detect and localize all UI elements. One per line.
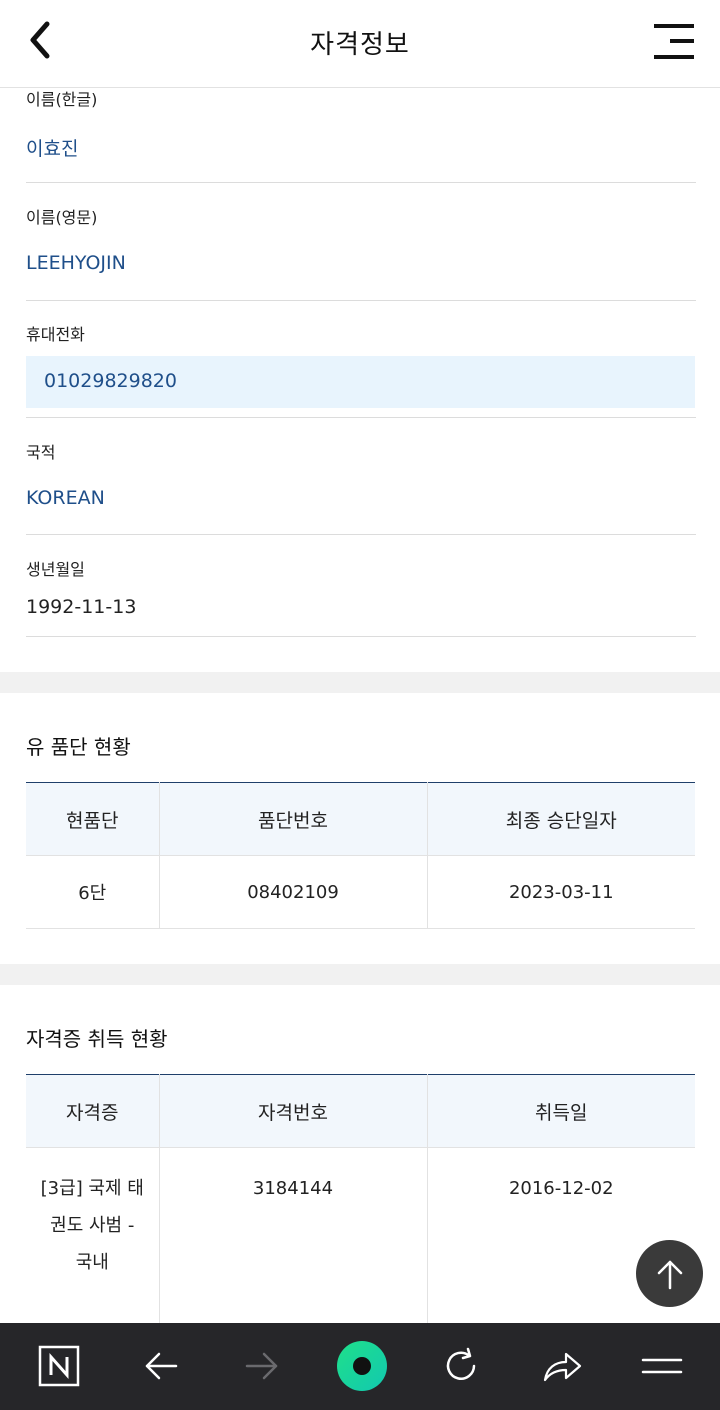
hamburger-icon-mid	[670, 39, 694, 43]
green-dot-button[interactable]	[336, 1340, 388, 1392]
name-kr-field: 이름(한글)	[26, 86, 696, 110]
nationality-value: KOREAN	[26, 487, 105, 509]
name-en-field: 이름(영문)	[26, 204, 696, 228]
divider	[26, 300, 696, 301]
name-en-value-wrap: LEEHYOJIN	[26, 252, 696, 274]
table-row: 6단 08402109 2023-03-11	[26, 855, 695, 929]
table-header-row: 자격증 자격번호 취득일	[26, 1074, 695, 1148]
table-header-cell: 자격번호	[159, 1074, 428, 1148]
table-header-row: 현품단 품단번호 최종 승단일자	[26, 782, 695, 856]
section-gap	[0, 672, 720, 693]
birth-value: 1992-11-13	[26, 596, 137, 618]
nationality-label: 국적	[26, 443, 56, 462]
share-icon	[543, 1352, 582, 1382]
phone-label: 휴대전화	[26, 325, 85, 344]
name-en-value: LEEHYOJIN	[26, 252, 126, 274]
poom-section-title: 유 품단 현황	[26, 735, 131, 759]
refresh-button[interactable]	[435, 1340, 487, 1392]
hamburger-icon	[654, 24, 694, 28]
forward-nav-button[interactable]	[236, 1340, 288, 1392]
section-gap	[0, 964, 720, 985]
browser-bottom-bar	[0, 1323, 720, 1410]
back-nav-button[interactable]	[135, 1340, 187, 1392]
refresh-icon	[446, 1347, 476, 1380]
name-kr-value: 이효진	[26, 138, 79, 160]
divider	[26, 636, 696, 637]
app-header: 자격정보	[0, 0, 720, 88]
nationality-value-wrap: KOREAN	[26, 487, 696, 509]
phone-field: 휴대전화	[26, 321, 696, 345]
table-header-cell: 품단번호	[159, 782, 428, 856]
arrow-right-icon	[245, 1352, 278, 1380]
license-table: 자격증 자격번호 취득일 [3급] 국제 태권도 사범 - 국내 3184144…	[26, 1074, 695, 1328]
phone-value: 01029829820	[44, 370, 177, 392]
arrow-up-icon	[657, 1260, 682, 1289]
name-en-label: 이름(영문)	[26, 208, 98, 227]
divider	[26, 534, 696, 535]
hamburger-icon-bottom	[654, 55, 694, 59]
nationality-field: 국적	[26, 439, 696, 463]
table-cell: 08402109	[159, 855, 428, 929]
arrow-left-icon	[145, 1352, 178, 1380]
birth-label: 생년월일	[26, 560, 85, 579]
browser-menu-button[interactable]	[636, 1340, 688, 1392]
table-header-cell: 자격증	[26, 1074, 160, 1148]
table-cell: [3급] 국제 태권도 사범 - 국내	[26, 1147, 160, 1328]
table-cell: 3184144	[159, 1147, 428, 1328]
menu-lines-icon	[641, 1358, 683, 1374]
page-title: 자격정보	[310, 30, 410, 60]
green-dot-icon	[337, 1341, 387, 1391]
naver-home-button[interactable]	[33, 1340, 85, 1392]
poom-table: 현품단 품단번호 최종 승단일자 6단 08402109 2023-03-11	[26, 782, 695, 929]
share-button[interactable]	[536, 1340, 588, 1392]
name-kr-value-wrap: 이효진	[26, 134, 696, 161]
table-header-cell: 최종 승단일자	[427, 782, 695, 856]
divider	[26, 417, 696, 418]
menu-button[interactable]	[648, 20, 700, 68]
table-row: [3급] 국제 태권도 사범 - 국내 3184144 2016-12-02	[26, 1147, 695, 1328]
license-section-title: 자격증 취득 현황	[26, 1027, 168, 1051]
birth-value-wrap: 1992-11-13	[26, 596, 696, 618]
divider	[26, 182, 696, 183]
table-header-cell: 취득일	[427, 1074, 695, 1148]
table-header-cell: 현품단	[26, 782, 160, 856]
table-cell: 2023-03-11	[427, 855, 695, 929]
name-kr-label: 이름(한글)	[26, 90, 98, 109]
phone-value-box[interactable]: 01029829820	[26, 356, 695, 408]
scroll-top-button[interactable]	[636, 1240, 703, 1307]
birth-field: 생년월일	[26, 556, 696, 580]
naver-n-icon	[38, 1345, 80, 1387]
table-cell: 6단	[26, 855, 160, 929]
